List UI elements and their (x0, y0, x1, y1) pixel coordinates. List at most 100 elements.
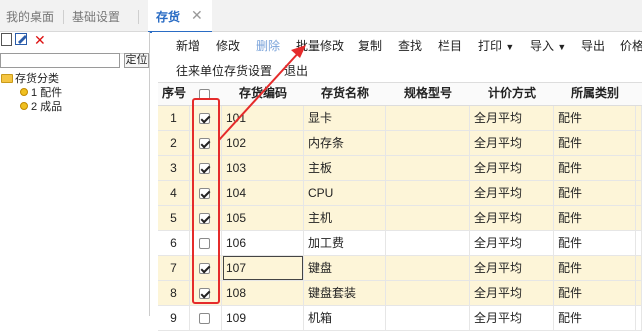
cell-name[interactable]: 加工费 (304, 231, 386, 256)
cell-category[interactable]: 配件 (554, 106, 636, 131)
cell-no[interactable]: 1 (158, 106, 190, 131)
cell-no[interactable]: 4 (158, 181, 190, 206)
cell-category[interactable]: 配件 (554, 231, 636, 256)
cell-spec[interactable] (386, 181, 470, 206)
col-header-category[interactable]: 所属类别 (554, 82, 636, 106)
cell-name[interactable]: CPU (304, 181, 386, 206)
delete-button[interactable]: 删除 (256, 37, 280, 54)
cell-code[interactable]: 103 (222, 156, 304, 181)
cell-category[interactable]: 配件 (554, 156, 636, 181)
cell-method[interactable]: 全月平均 (470, 281, 554, 306)
cell-category[interactable]: 配件 (554, 281, 636, 306)
table-cell[interactable] (636, 231, 642, 256)
table-cell[interactable] (636, 181, 642, 206)
table-cell[interactable] (636, 106, 642, 131)
cell-method[interactable]: 全月平均 (470, 256, 554, 281)
cell-spec[interactable] (386, 231, 470, 256)
cell-code[interactable]: 109 (222, 306, 304, 331)
cell-no[interactable]: 5 (158, 206, 190, 231)
cell-code[interactable]: 106 (222, 231, 304, 256)
cell-method[interactable]: 全月平均 (470, 131, 554, 156)
row-checkbox-cell[interactable] (190, 306, 222, 331)
cell-spec[interactable] (386, 206, 470, 231)
cell-category[interactable]: 配件 (554, 306, 636, 331)
add-button[interactable]: 新增 (176, 37, 200, 54)
cell-name[interactable]: 主机 (304, 206, 386, 231)
tab-desktop[interactable]: 我的桌面 (6, 0, 54, 32)
cell-method[interactable]: 全月平均 (470, 231, 554, 256)
cell-no[interactable]: 3 (158, 156, 190, 181)
cell-no[interactable]: 9 (158, 306, 190, 331)
col-header-name[interactable]: 存货名称 (304, 82, 386, 106)
col-header-method[interactable]: 计价方式 (470, 82, 554, 106)
tree-item-label: 2 成品 (31, 101, 63, 113)
table-cell[interactable] (636, 281, 642, 306)
cell-category[interactable]: 配件 (554, 131, 636, 156)
export-button[interactable]: 导出 (581, 37, 605, 54)
batch-modify-button[interactable]: 批量修改 (296, 37, 344, 54)
table-cell[interactable] (636, 156, 642, 181)
new-doc-icon[interactable] (1, 33, 12, 49)
print-button[interactable]: 打印 ▼ (478, 37, 514, 54)
tree-item-products[interactable]: 2 成品 (20, 100, 62, 114)
tab-separator (63, 10, 64, 24)
cell-method[interactable]: 全月平均 (470, 306, 554, 331)
cell-code[interactable]: 105 (222, 206, 304, 231)
tree-root[interactable]: 存货分类 (1, 72, 59, 86)
cell-name[interactable]: 机箱 (304, 306, 386, 331)
price-button[interactable]: 价格 (620, 37, 642, 54)
copy-button[interactable]: 复制 (358, 37, 382, 54)
tree-root-label: 存货分类 (15, 73, 59, 85)
edit-icon[interactable] (15, 33, 29, 49)
cell-spec[interactable] (386, 281, 470, 306)
cell-category[interactable]: 配件 (554, 256, 636, 281)
cell-spec[interactable] (386, 131, 470, 156)
cell-code[interactable]: 104 (222, 181, 304, 206)
cell-method[interactable]: 全月平均 (470, 181, 554, 206)
cell-spec[interactable] (386, 106, 470, 131)
locate-button[interactable]: 定位 (124, 53, 149, 68)
cell-name[interactable]: 显卡 (304, 106, 386, 131)
table-cell[interactable] (636, 256, 642, 281)
row-checkbox[interactable] (199, 313, 210, 324)
cell-code[interactable]: 102 (222, 131, 304, 156)
focused-cell[interactable] (223, 256, 303, 280)
modify-button[interactable]: 修改 (216, 37, 240, 54)
cell-spec[interactable] (386, 306, 470, 331)
columns-button[interactable]: 栏目 (438, 37, 462, 54)
cell-no[interactable]: 8 (158, 281, 190, 306)
cell-name[interactable]: 主板 (304, 156, 386, 181)
cell-method[interactable]: 全月平均 (470, 106, 554, 131)
import-button[interactable]: 导入 ▼ (530, 37, 566, 54)
table-cell[interactable] (636, 206, 642, 231)
tree-search-input[interactable] (0, 53, 120, 68)
cell-category[interactable]: 配件 (554, 181, 636, 206)
cell-method[interactable]: 全月平均 (470, 206, 554, 231)
partner-inventory-settings-button[interactable]: 往来单位存货设置 (176, 62, 272, 79)
left-panel: ✕ 定位 存货分类 1 配件 2 成品 (0, 32, 150, 316)
cell-code[interactable]: 101 (222, 106, 304, 131)
cell-category[interactable]: 配件 (554, 206, 636, 231)
close-icon[interactable]: ✕ (191, 7, 203, 24)
cell-name[interactable]: 键盘 (304, 256, 386, 281)
cell-no[interactable]: 2 (158, 131, 190, 156)
tree-item-parts[interactable]: 1 配件 (20, 86, 62, 100)
cell-spec[interactable] (386, 256, 470, 281)
exit-button[interactable]: 退出 (284, 62, 308, 79)
chevron-down-icon: ▼ (505, 42, 515, 52)
cell-spec[interactable] (386, 156, 470, 181)
col-header-code[interactable]: 存货编码 (222, 82, 304, 106)
cell-name[interactable]: 内存条 (304, 131, 386, 156)
table-cell[interactable] (636, 131, 642, 156)
cell-code[interactable]: 108 (222, 281, 304, 306)
table-cell[interactable] (636, 306, 642, 331)
delete-icon[interactable]: ✕ (34, 32, 46, 48)
tab-basic-settings[interactable]: 基础设置 (72, 0, 120, 32)
cell-no[interactable]: 6 (158, 231, 190, 256)
find-button[interactable]: 查找 (398, 37, 422, 54)
cell-no[interactable]: 7 (158, 256, 190, 281)
cell-method[interactable]: 全月平均 (470, 156, 554, 181)
folder-icon (1, 74, 13, 83)
cell-name[interactable]: 键盘套装 (304, 281, 386, 306)
col-header-spec[interactable]: 规格型号 (386, 82, 470, 106)
